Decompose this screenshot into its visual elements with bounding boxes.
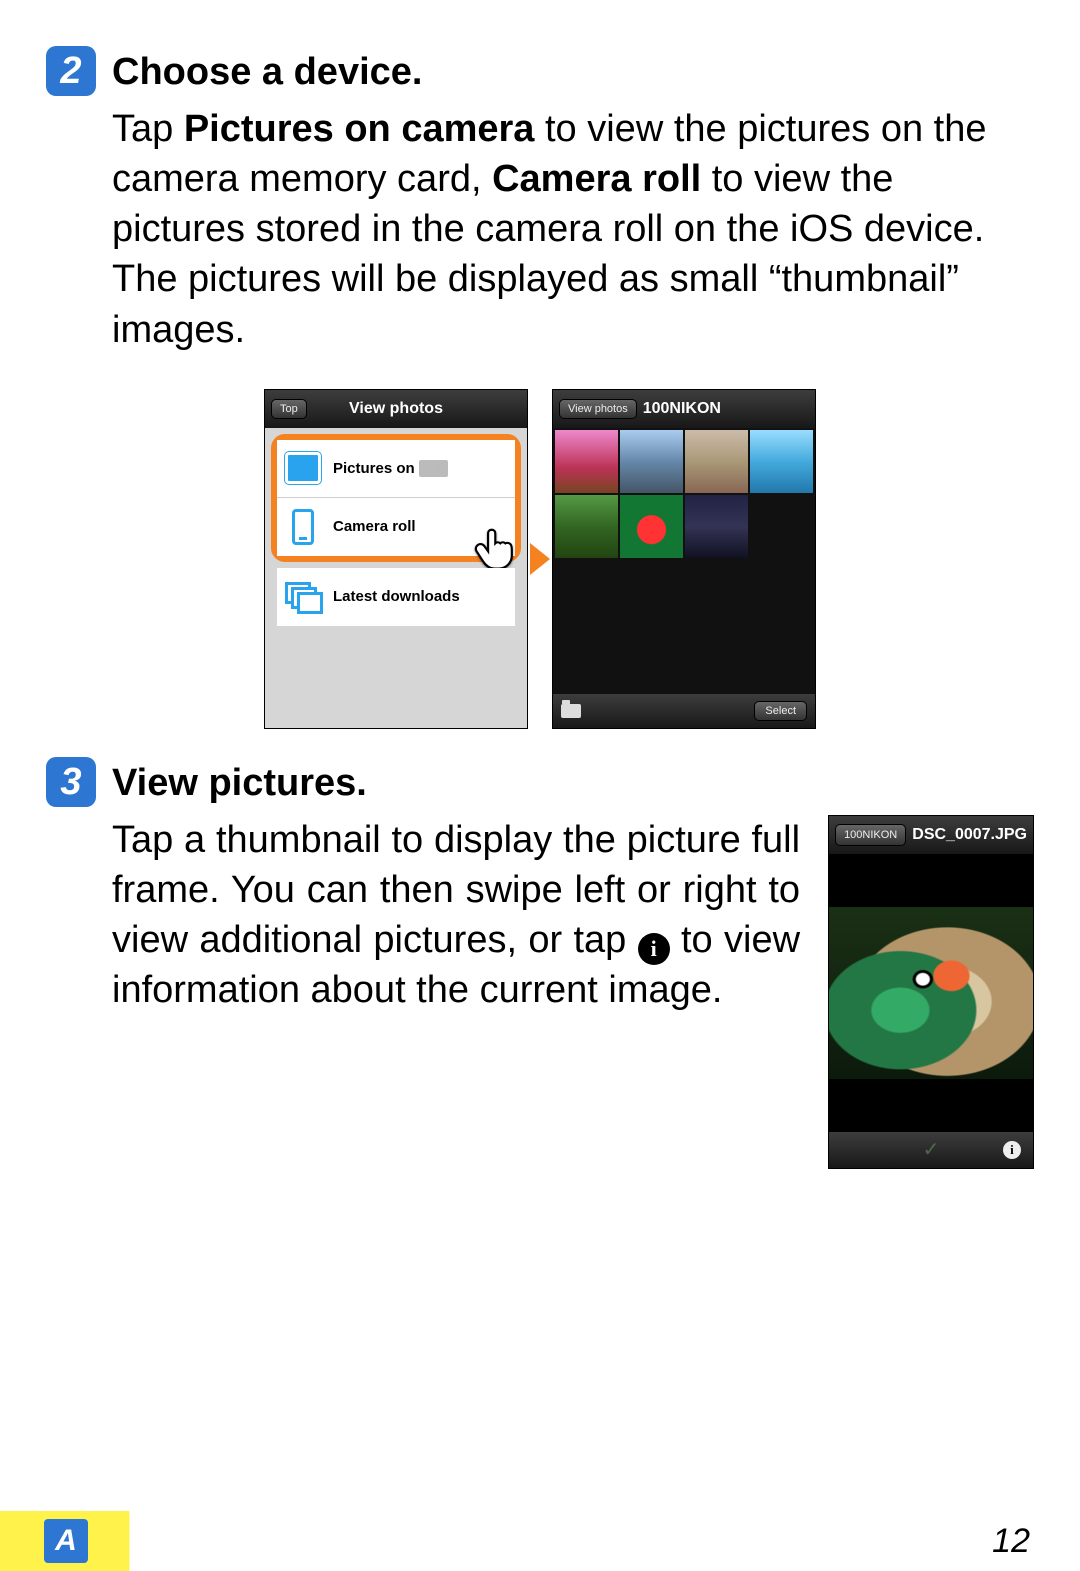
step-3-text: Tap a thumbnail to display the picture f…	[112, 815, 800, 1016]
step-2-body: Tap Pictures on camera to view the pictu…	[46, 104, 1034, 355]
highlighted-menu-group: Pictures on D■■ Camera roll	[271, 434, 521, 562]
folder-title: 100NIKON	[643, 400, 721, 418]
info-button[interactable]: i	[1003, 1141, 1021, 1159]
thumbnail[interactable]	[750, 430, 813, 493]
menu-item-camera-roll[interactable]: Camera roll	[277, 498, 515, 556]
screenshot-view-photos: Top View photos Pictures on D■■ Camera r…	[264, 389, 528, 729]
text: Tap	[112, 108, 184, 150]
menu-label: Camera roll	[333, 518, 416, 535]
menu-label: Latest downloads	[333, 588, 460, 605]
tap-hand-icon	[473, 524, 519, 570]
back-button-top[interactable]: Top	[271, 399, 307, 419]
back-button-view-photos[interactable]: View photos	[559, 399, 637, 419]
screenshots-row: Top View photos Pictures on D■■ Camera r…	[46, 389, 1034, 729]
step-3-title: View pictures.	[112, 757, 367, 807]
select-button[interactable]: Select	[754, 701, 807, 721]
back-button-folder[interactable]: 100NIKON	[835, 824, 906, 847]
section-badge: A	[44, 1519, 88, 1563]
bold-pictures-on-camera: Pictures on camera	[184, 108, 535, 150]
phone-icon	[292, 509, 314, 545]
page-number: 12	[992, 1522, 1030, 1561]
manual-page: 2 Choose a device. Tap Pictures on camer…	[0, 0, 1080, 1571]
step-2-title: Choose a device.	[112, 46, 422, 96]
menu-body: Pictures on D■■ Camera roll Latest downl…	[265, 428, 527, 728]
bottombar: Select	[553, 694, 815, 728]
thumbnail[interactable]	[685, 495, 748, 558]
photo-viewer[interactable]	[829, 854, 1033, 1132]
folder-icon[interactable]	[561, 704, 581, 718]
step-number-badge: 3	[46, 757, 96, 807]
thumbnail[interactable]	[555, 430, 618, 493]
bottombar: ✓ i	[829, 1132, 1033, 1168]
titlebar: 100NIKON DSC_0007.JPG	[829, 816, 1033, 854]
camera-icon	[285, 452, 321, 484]
titlebar: View photos 100NIKON	[553, 390, 815, 428]
screenshot-full-image: 100NIKON DSC_0007.JPG ✓ i	[828, 815, 1034, 1169]
menu-item-latest-downloads[interactable]: Latest downloads	[277, 568, 515, 626]
titlebar: Top View photos	[265, 390, 527, 428]
step-3-header: 3 View pictures.	[46, 757, 1034, 807]
image-filename: DSC_0007.JPG	[912, 824, 1027, 845]
thumbnail-grid	[553, 428, 815, 560]
thumbnail[interactable]	[620, 430, 683, 493]
thumbnail[interactable]	[555, 495, 618, 558]
step-2-header: 2 Choose a device.	[46, 46, 1034, 96]
thumbnail[interactable]	[620, 495, 683, 558]
thumbnail[interactable]	[685, 430, 748, 493]
grid-body	[553, 428, 815, 694]
arrow-icon	[530, 543, 550, 575]
bold-camera-roll: Camera roll	[492, 158, 701, 200]
check-icon[interactable]: ✓	[923, 1137, 940, 1163]
screenshot-thumbnail-grid: View photos 100NIKON Select	[552, 389, 816, 729]
step-3-body: Tap a thumbnail to display the picture f…	[46, 815, 1034, 1169]
menu-item-pictures-on-camera[interactable]: Pictures on D■■	[277, 440, 515, 498]
page-footer: A 12	[0, 1511, 1080, 1571]
photo-content	[829, 907, 1033, 1079]
step-number-badge: 2	[46, 46, 96, 96]
menu-label: Pictures on D■■	[333, 460, 448, 477]
stack-icon	[285, 582, 321, 612]
info-icon: i	[638, 933, 670, 965]
